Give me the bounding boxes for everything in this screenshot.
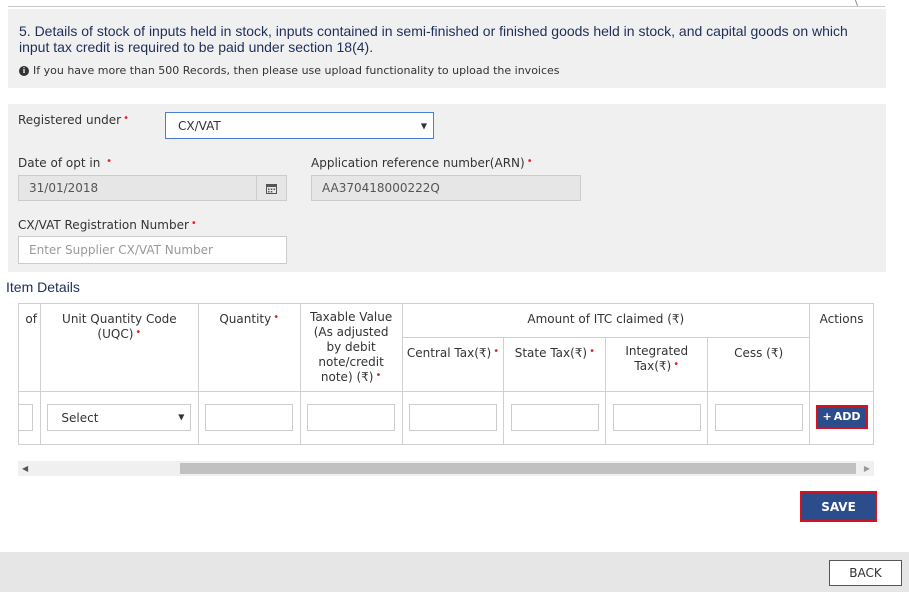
integrated-tax-input[interactable] (612, 403, 701, 431)
collapse-chevron-icon[interactable] (847, 0, 859, 6)
state-tax-header-text: State Tax(₹) (514, 346, 588, 361)
add-button-label: ADD (833, 410, 861, 424)
central-tax-header-text: Central Tax(₹) (406, 346, 492, 361)
chevron-down-icon: ▼ (420, 121, 427, 130)
partial-input[interactable] (19, 403, 33, 431)
column-header-actions: Actions (809, 303, 874, 392)
state-tax-input[interactable] (510, 403, 599, 431)
date-of-opt-value: 31/01/2018 (29, 181, 99, 195)
required-marker: • (135, 327, 142, 338)
taxable-value-cell (299, 390, 403, 446)
registered-under-value: CX/VAT (178, 118, 221, 133)
cx-vat-reg-input[interactable]: Enter Supplier CX/VAT Number (18, 236, 287, 264)
date-of-opt-field: 31/01/2018 (18, 175, 257, 201)
taxable-value-input[interactable] (307, 403, 396, 431)
scroll-right-arrow-icon[interactable]: ▶ (864, 464, 870, 473)
required-marker: • (190, 218, 197, 229)
quantity-input[interactable] (205, 403, 294, 431)
quantity-header-text: Quantity (219, 312, 272, 326)
calendar-icon (266, 183, 277, 194)
column-header-state-tax: State Tax(₹) • (503, 337, 607, 392)
registered-under-label: Registered under • (18, 113, 130, 127)
registered-under-select[interactable]: CX/VAT ▼ (165, 112, 434, 139)
arn-value: AA370418000222Q (322, 181, 440, 195)
info-note: i If you have more than 500 Records, the… (19, 64, 560, 77)
partial-cell (18, 390, 41, 446)
required-marker: • (375, 370, 382, 381)
required-marker: • (589, 346, 596, 358)
column-header-uqc: Unit Quantity Code (UQC) • (39, 303, 199, 392)
required-marker: • (123, 113, 130, 124)
column-header-partial: of (18, 303, 41, 392)
chevron-down-icon: ▼ (178, 412, 185, 422)
arn-field: AA370418000222Q (311, 175, 581, 201)
save-button[interactable]: SAVE (800, 491, 877, 522)
cx-vat-reg-placeholder: Enter Supplier CX/VAT Number (29, 243, 213, 257)
quantity-cell (197, 390, 301, 446)
section-title: 5. Details of stock of inputs held in st… (19, 23, 848, 55)
arn-label: Application reference number(ARN) • (311, 156, 533, 170)
footer-bar (0, 552, 909, 592)
horizontal-scrollbar[interactable]: ◀ ▶ (18, 461, 874, 476)
column-header-taxable-value: Taxable Value (As adjusted by debit note… (299, 303, 403, 392)
cess-cell (707, 390, 811, 446)
required-marker: • (273, 312, 280, 323)
column-header-cess: Cess (₹) (707, 337, 811, 392)
uqc-cell: Select ▼ (39, 390, 199, 446)
item-details-table: of Unit Quantity Code (UQC) • Quantity • T… (18, 302, 874, 446)
column-header-itc-group: Amount of ITC claimed (₹) (401, 302, 811, 339)
required-marker: • (106, 156, 113, 167)
integrated-tax-cell (605, 390, 709, 446)
cx-vat-reg-label: CX/VAT Registration Number • (18, 218, 197, 232)
actions-cell: + ADD (809, 390, 874, 446)
add-button[interactable]: + ADD (815, 404, 868, 429)
section-header: 5. Details of stock of inputs held in st… (8, 9, 886, 88)
central-tax-cell (401, 390, 505, 446)
cess-input[interactable] (714, 403, 803, 431)
column-header-integrated-tax: Integrated Tax(₹) • (605, 337, 709, 392)
uqc-header-text: Unit Quantity Code (UQC) (62, 312, 177, 341)
scroll-left-arrow-icon[interactable]: ◀ (22, 464, 28, 473)
plus-icon: + (822, 410, 832, 424)
state-tax-cell (503, 390, 607, 446)
registration-form: Registered under • CX/VAT ▼ Date of opt i… (8, 104, 886, 272)
scrollbar-thumb[interactable] (180, 463, 856, 474)
column-header-quantity: Quantity • (197, 303, 301, 392)
required-marker: • (493, 346, 500, 358)
top-strip (0, 0, 909, 8)
table-row: Select ▼ + ADD (18, 390, 874, 446)
item-details-title: Item Details (6, 279, 80, 295)
info-note-text: If you have more than 500 Records, then … (33, 64, 560, 77)
central-tax-input[interactable] (409, 403, 497, 431)
required-marker: • (673, 359, 680, 371)
required-marker: • (526, 156, 533, 167)
date-of-opt-label: Date of opt in • (18, 156, 113, 170)
calendar-button[interactable] (256, 175, 287, 201)
divider (8, 6, 885, 7)
back-button[interactable]: BACK (829, 560, 902, 586)
info-icon: i (19, 65, 29, 76)
uqc-select[interactable]: Select ▼ (47, 403, 192, 431)
column-header-central-tax: Central Tax(₹) • (401, 337, 505, 392)
uqc-select-value: Select (61, 410, 99, 425)
